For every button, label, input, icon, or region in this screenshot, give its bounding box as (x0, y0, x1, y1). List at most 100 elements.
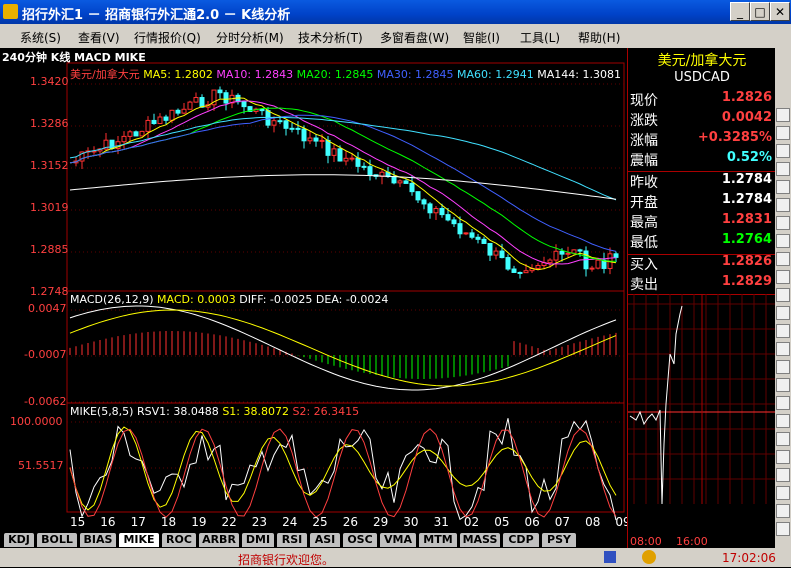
x-axis-label: 07 (554, 515, 571, 529)
mike-tick: 51.5517 (18, 459, 64, 472)
menu-multiwindow[interactable]: 多窗看盘(W) (380, 29, 449, 46)
candle-body (175, 109, 181, 114)
candle-body (361, 165, 367, 168)
menu-smart[interactable]: 智能(I) (463, 29, 500, 46)
quote-code: USDCAD (674, 70, 730, 85)
price-tick: 1.2885 (30, 243, 69, 256)
toolbar-tool-icon[interactable] (776, 468, 790, 482)
toolbar-tool-icon[interactable] (776, 162, 790, 176)
menu-timeshare[interactable]: 分时分析(M) (216, 29, 284, 46)
toolbar-tool-icon[interactable] (776, 288, 790, 302)
tab-bias[interactable]: BIAS (80, 533, 116, 547)
toolbar-tool-icon[interactable] (776, 522, 790, 536)
minimize-button[interactable]: _ (730, 2, 750, 21)
mike-legend: MIKE(5,8,5) RSV1: 38.0488 S1: 38.8072 S2… (70, 405, 359, 418)
tab-boll[interactable]: BOLL (37, 533, 77, 547)
toolbar-tool-icon[interactable] (776, 126, 790, 140)
tab-kdj[interactable]: KDJ (4, 533, 34, 547)
candle-body (403, 180, 409, 184)
toolbar-tool-icon[interactable] (776, 396, 790, 410)
tab-roc[interactable]: ROC (162, 533, 196, 547)
quote-value: 1.2764 (721, 232, 772, 247)
candle-body (325, 139, 331, 156)
chart-canvas[interactable] (0, 48, 627, 532)
candle-body (121, 135, 127, 143)
menu-system[interactable]: 系统(S) (20, 29, 61, 46)
title-bar: 招行外汇1 － 招商银行外汇通2.0 － K线分析 _ □ ✕ (0, 0, 791, 24)
tab-mass[interactable]: MASS (460, 533, 500, 547)
macd-tick: 0.0047 (28, 302, 67, 315)
toolbar-tool-icon[interactable] (776, 432, 790, 446)
toolbar-tool-icon[interactable] (776, 252, 790, 266)
clock: 17:02:06 (722, 551, 776, 565)
candle-body (505, 257, 511, 270)
toolbar-tool-icon[interactable] (776, 414, 790, 428)
chart-header: 240分钟 K线 MACD MIKE (2, 51, 146, 64)
candle-body (439, 207, 445, 216)
candle-body (367, 166, 373, 176)
toolbar-tool-icon[interactable] (776, 378, 790, 392)
tab-osc[interactable]: OSC (343, 533, 377, 547)
quote-label: 卖出 (630, 277, 658, 293)
menu-technical[interactable]: 技术分析(T) (298, 29, 363, 46)
toolbar-tool-icon[interactable] (776, 486, 790, 500)
toolbar-tool-icon[interactable] (776, 270, 790, 284)
menu-tools[interactable]: 工具(L) (520, 29, 560, 46)
mike-legend-item: MIKE(5,8,5) (70, 405, 137, 418)
tab-dmi[interactable]: DMI (242, 533, 274, 547)
toolbar-tool-icon[interactable] (776, 108, 790, 122)
intraday-mini-chart[interactable] (628, 294, 776, 504)
divider (628, 254, 776, 255)
candle-body (343, 157, 349, 162)
tab-arbr[interactable]: ARBR (199, 533, 239, 547)
candle-body (307, 137, 313, 142)
toolbar-tool-icon[interactable] (776, 360, 790, 374)
toolbar-tool-icon[interactable] (776, 324, 790, 338)
tab-mtm[interactable]: MTM (419, 533, 457, 547)
toolbar-tool-icon[interactable] (776, 198, 790, 212)
candle-body (163, 116, 169, 121)
toolbar-tool-icon[interactable] (776, 234, 790, 248)
toolbar-tool-icon[interactable] (776, 306, 790, 320)
candle-body (613, 253, 619, 258)
candle-body (577, 249, 583, 252)
quote-value: 0.52% (726, 150, 772, 165)
close-button[interactable]: ✕ (770, 2, 790, 21)
quote-label: 现价 (630, 93, 658, 109)
toolbar-tool-icon[interactable] (776, 504, 790, 518)
x-axis-label: 29 (373, 515, 389, 529)
x-axis-label: 17 (130, 515, 146, 529)
tab-psy[interactable]: PSY (542, 533, 576, 547)
toolbar-tool-icon[interactable] (776, 342, 790, 356)
candle-body (283, 120, 289, 129)
candle-body (223, 92, 229, 104)
tab-cdp[interactable]: CDP (503, 533, 539, 547)
quote-value: 1.2826 (721, 254, 772, 269)
right-toolbar (775, 48, 791, 548)
tab-mike[interactable]: MIKE (119, 533, 159, 547)
candle-body (397, 180, 403, 184)
tab-vma[interactable]: VMA (380, 533, 416, 547)
toolbar-tool-icon[interactable] (776, 144, 790, 158)
menu-view[interactable]: 查看(V) (78, 29, 120, 46)
toolbar-tool-icon[interactable] (776, 216, 790, 230)
candle-body (481, 238, 487, 244)
tab-rsi[interactable]: RSI (277, 533, 307, 547)
price-tick: 1.3286 (30, 117, 69, 130)
status-message: 招商银行欢迎您。 (238, 553, 335, 567)
quote-value: 1.2829 (721, 274, 772, 289)
kline-chart[interactable]: 240分钟 K线 MACD MIKE 美元/加拿大元 MA5: 1.2802 M… (0, 48, 631, 532)
candle-body (169, 109, 175, 121)
candle-body (475, 236, 481, 240)
quote-label: 最低 (630, 235, 658, 251)
toolbar-tool-icon[interactable] (776, 180, 790, 194)
menu-quote[interactable]: 行情报价(Q) (134, 29, 201, 46)
time-label: 16:00 (676, 535, 708, 548)
candle-body (511, 268, 517, 273)
toolbar-tool-icon[interactable] (776, 450, 790, 464)
tab-asi[interactable]: ASI (310, 533, 340, 547)
candle-body (565, 252, 571, 255)
maximize-button[interactable]: □ (750, 2, 770, 21)
candle-body (319, 139, 325, 142)
menu-help[interactable]: 帮助(H) (578, 29, 620, 46)
